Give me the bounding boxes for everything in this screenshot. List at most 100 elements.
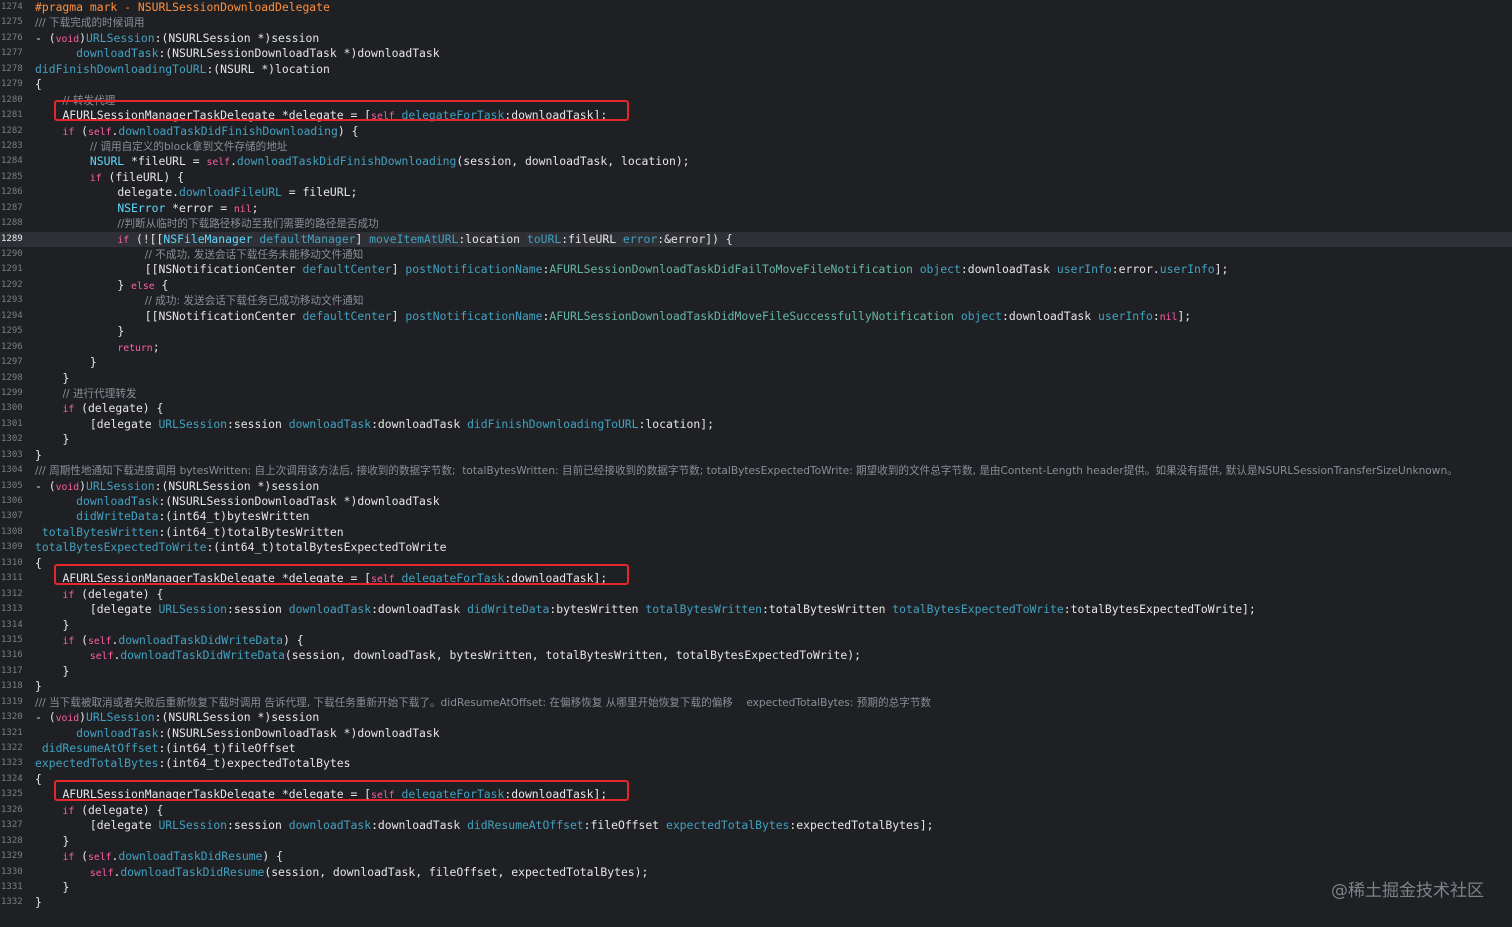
code-token: if xyxy=(89,172,102,184)
code-line[interactable]: 1320 - (void)URLSession:(NSURLSession *)s… xyxy=(0,710,1512,725)
code-line[interactable]: 1305 - (void)URLSession:(NSURLSession *)s… xyxy=(0,479,1512,494)
code-line[interactable]: 1288 //判断从临时的下载路径移动至我们需要的路径是否成功 xyxy=(0,216,1512,231)
code-token: :(NSURLSessionDownloadTask *)downloadTas… xyxy=(158,46,440,61)
code-text: [[NSNotificationCenter defaultCenter] po… xyxy=(145,262,1229,277)
code-line[interactable]: 1314} xyxy=(0,618,1512,633)
code-line[interactable]: 1282 if (self.downloadTaskDidFinishDownlo… xyxy=(0,124,1512,139)
code-line[interactable]: 1332} xyxy=(0,895,1512,910)
code-token: if xyxy=(62,589,75,601)
code-line[interactable]: 1327 [delegate URLSession:session downloa… xyxy=(0,818,1512,833)
code-token: object xyxy=(919,262,961,277)
code-line[interactable]: 1319 /// 当下载被取消或者失败后重新恢复下载时调用 告诉代理, 下载任务重… xyxy=(0,695,1512,710)
code-token: (![[ xyxy=(129,231,164,246)
code-line[interactable]: 1301 [delegate URLSession:session downloa… xyxy=(0,417,1512,432)
highlight-box xyxy=(54,563,629,585)
code-line[interactable]: 1296 return; xyxy=(0,340,1512,355)
code-text: /// 周期性地通知下载进度调用 bytesWritten: 自上次调用该方法后… xyxy=(35,463,1458,479)
code-token: } xyxy=(62,617,70,632)
code-token: void xyxy=(55,713,80,725)
code-text: - (void)URLSession:(NSURLSession *)sessi… xyxy=(35,31,319,47)
line-number: 1329 xyxy=(1,851,23,862)
line-number: 1304 xyxy=(1,465,23,476)
code-text: } xyxy=(62,432,69,447)
code-line[interactable]: 1304 /// 周期性地通知下载进度调用 bytesWritten: 自上次调用… xyxy=(0,463,1512,478)
code-line[interactable]: 1302} xyxy=(0,432,1512,447)
code-line[interactable]: 1318} xyxy=(0,679,1512,694)
code-token: (fileURL) { xyxy=(101,169,184,184)
code-token: didWriteData xyxy=(467,602,550,617)
code-line[interactable]: 1322 didResumeAtOffset:(int64_t)fileOffse… xyxy=(0,741,1512,756)
code-line[interactable]: 1289 if (![[NSFileManager defaultManager]… xyxy=(0,231,1512,247)
code-token: didResumeAtOffset xyxy=(41,741,159,755)
code-line[interactable]: 1308 totalBytesWritten:(int64_t)totalByte… xyxy=(0,525,1512,540)
code-token: error xyxy=(622,231,658,246)
code-line[interactable]: 1294 [[NSNotificationCenter defaultCenter… xyxy=(0,309,1512,324)
line-number: 1319 xyxy=(1,696,23,707)
code-token: AFURLSessionDownloadTaskDidMoveFileSucce… xyxy=(549,308,954,323)
code-token: :error. xyxy=(1111,262,1160,277)
code-line[interactable]: 1299 // 进行代理转发 xyxy=(0,386,1512,401)
code-token: :location xyxy=(458,231,527,246)
code-token: downloadFileURL xyxy=(179,185,282,200)
code-line[interactable]: 1286 delegate.downloadFileURL = fileURL; xyxy=(0,185,1512,200)
code-line[interactable]: 1287 NSError *error = nil; xyxy=(0,201,1512,216)
code-line[interactable]: 1330 self.downloadTaskDidResume(session, … xyxy=(0,865,1512,880)
code-line[interactable]: 1331} xyxy=(0,880,1512,895)
line-number: 1282 xyxy=(1,125,23,136)
code-line[interactable]: 1315 if (self.downloadTaskDidWriteData) { xyxy=(0,633,1512,648)
code-line[interactable]: 1316 self.downloadTaskDidWriteData(sessio… xyxy=(0,648,1512,663)
code-line[interactable]: 1284 NSURL *fileURL = self.downloadTaskDi… xyxy=(0,154,1512,169)
code-line[interactable]: 1300 if (delegate) { xyxy=(0,401,1512,416)
code-token: //判断从临时的下载路径移动至我们需要的路径是否成功 xyxy=(117,218,379,231)
code-line[interactable]: 1326 if (delegate) { xyxy=(0,803,1512,818)
code-token: } xyxy=(89,355,97,370)
code-token: if xyxy=(62,635,75,647)
code-token: } xyxy=(117,324,125,339)
code-token: { xyxy=(35,771,42,786)
code-text: if (delegate) { xyxy=(62,587,163,603)
code-line[interactable]: 1278 didFinishDownloadingToURL:(NSURL *)l… xyxy=(0,62,1512,77)
code-token: ] xyxy=(391,308,406,323)
code-token: (session, downloadTask, location); xyxy=(456,154,690,169)
code-token: #pragma mark - NSURLSessionDownloadDeleg… xyxy=(35,0,330,14)
code-line[interactable]: 1323 expectedTotalBytes:(int64_t)expected… xyxy=(0,756,1512,771)
code-line[interactable]: 1274 #pragma mark - NSURLSessionDownloadD… xyxy=(0,0,1512,15)
code-text: totalBytesExpectedToWrite:(int64_t)total… xyxy=(35,540,446,555)
code-line[interactable]: 1297} xyxy=(0,355,1512,370)
code-line[interactable]: 1292} else { xyxy=(0,278,1512,293)
code-token: // 不成功, 发送会话下载任务未能移动文件通知 xyxy=(144,249,364,261)
code-line[interactable]: 1291 [[NSNotificationCenter defaultCenter… xyxy=(0,262,1512,277)
code-line[interactable]: 1317} xyxy=(0,664,1512,679)
code-line[interactable]: 1303} xyxy=(0,448,1512,463)
code-line[interactable]: 1283 // 调用自定义的block拿到文件存储的地址 xyxy=(0,139,1512,154)
line-number: 1327 xyxy=(1,820,23,831)
code-line[interactable]: 1290 // 不成功, 发送会话下载任务未能移动文件通知 xyxy=(0,247,1512,262)
code-line[interactable]: 1306 downloadTask:(NSURLSessionDownloadTa… xyxy=(0,494,1512,509)
code-token: *error = xyxy=(165,200,234,215)
code-token: (session, downloadTask, bytesWritten, to… xyxy=(284,648,861,663)
code-token: downloadTask xyxy=(76,494,159,508)
code-line[interactable]: 1309 totalBytesExpectedToWrite:(int64_t)t… xyxy=(0,540,1512,555)
code-text: // 进行代理转发 xyxy=(62,386,136,402)
code-line[interactable]: 1312 if (delegate) { xyxy=(0,587,1512,602)
code-line[interactable]: 1279 { xyxy=(0,77,1512,92)
line-number: 1308 xyxy=(1,526,23,537)
code-editor[interactable]: 1274 #pragma mark - NSURLSessionDownloadD… xyxy=(0,0,1512,927)
code-line[interactable]: 1321 downloadTask:(NSURLSessionDownloadTa… xyxy=(0,726,1512,741)
code-line[interactable]: 1295} xyxy=(0,324,1512,339)
code-line[interactable]: 1275 /// 下载完成的时候调用 xyxy=(0,15,1512,30)
code-line[interactable]: 1313 [delegate URLSession:session downloa… xyxy=(0,602,1512,617)
code-line[interactable]: 1298} xyxy=(0,371,1512,386)
code-line[interactable]: 1276 - (void)URLSession:(NSURLSession *)s… xyxy=(0,31,1512,46)
code-line[interactable]: 1307 didWriteData:(int64_t)bytesWritten xyxy=(0,509,1512,524)
line-number: 1326 xyxy=(1,804,23,815)
code-line[interactable]: 1277 downloadTask:(NSURLSessionDownloadTa… xyxy=(0,46,1512,61)
code-token: ; xyxy=(251,200,259,215)
code-token: if xyxy=(62,404,75,416)
line-number: 1303 xyxy=(1,449,23,460)
code-token: return xyxy=(117,342,153,354)
code-line[interactable]: 1285 if (fileURL) { xyxy=(0,170,1512,185)
code-line[interactable]: 1329 if (self.downloadTaskDidResume) { xyxy=(0,849,1512,864)
code-line[interactable]: 1293 // 成功: 发送会话下载任务已成功移动文件通知 xyxy=(0,293,1512,308)
code-line[interactable]: 1328} xyxy=(0,834,1512,849)
